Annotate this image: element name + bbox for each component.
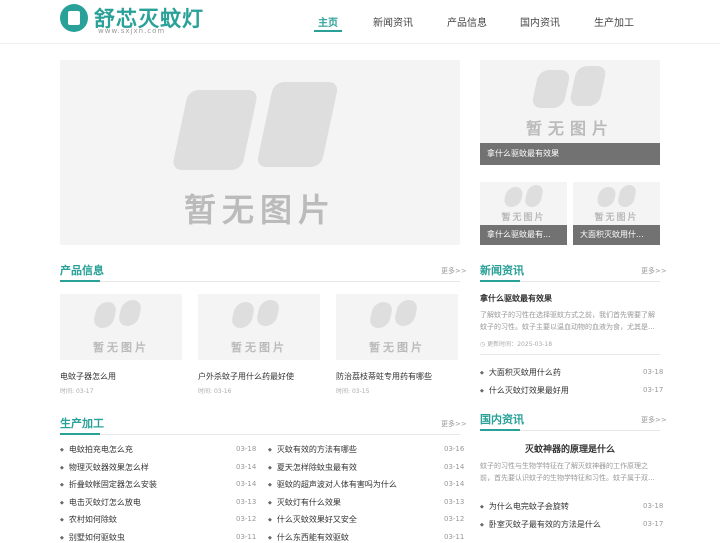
hero-side-image-3[interactable]: 暂无图片 大面积灭蚊用什...: [573, 182, 660, 245]
product-title-2[interactable]: 户外杀蚊子用什么药最好使: [198, 371, 294, 382]
domestic-list-item-1[interactable]: 为什么电完蚊子会旋转: [480, 501, 569, 512]
production-list-date: 03-12: [444, 515, 465, 524]
news-list-date-2: 03-17: [643, 386, 664, 394]
nav-news[interactable]: 新闻资讯: [373, 14, 413, 29]
hero-side-image-1[interactable]: 暂无图片 拿什么驱蚊最有效果: [480, 60, 660, 165]
nav-domestic[interactable]: 国内资讯: [520, 14, 560, 29]
product-meta-1: 时间: 03-17: [60, 388, 94, 395]
production-list-date: 03-12: [236, 515, 257, 524]
site-header: 舒芯灭蚊灯 www.sxjxn.com 主页 新闻资讯 产品信息 国内资讯 生产…: [0, 0, 720, 44]
clock-icon: ◷: [480, 341, 486, 348]
hero-side-caption-2[interactable]: 拿什么驱蚊最有...: [480, 225, 567, 245]
nav-production[interactable]: 生产加工: [594, 14, 634, 29]
brand-domain: www.sxjxn.com: [98, 27, 166, 35]
product-image-2[interactable]: 暂无图片: [198, 294, 320, 360]
production-list-date: 03-14: [444, 462, 465, 471]
product-title-3[interactable]: 防治荔枝蒂蛀专用药有哪些: [336, 371, 432, 382]
production-list-date: 03-14: [236, 462, 257, 471]
logo-icon[interactable]: [60, 4, 88, 32]
news-featured-meta: ◷ 更新时间：2025-03-18: [480, 341, 553, 348]
product-title-1[interactable]: 电蚊子器怎么用: [60, 371, 116, 382]
news-title: 新闻资讯: [480, 264, 524, 277]
nav-products[interactable]: 产品信息: [447, 14, 487, 29]
domestic-more-link[interactable]: 更多>>: [641, 415, 667, 425]
production-list-date: 03-18: [236, 445, 257, 453]
news-list-date-1: 03-18: [643, 368, 664, 376]
production-list-date: 03-16: [444, 445, 465, 453]
products-more-link[interactable]: 更多>>: [441, 266, 467, 276]
product-image-3[interactable]: 暂无图片: [336, 294, 458, 360]
production-list-item[interactable]: 什么东西能有效驱蚊: [268, 532, 349, 543]
production-list-item[interactable]: 驱蚊的超声波对人体有害吗为什么: [268, 479, 397, 490]
domestic-list-date-1: 03-18: [643, 502, 664, 510]
products-title: 产品信息: [60, 264, 104, 277]
production-list-item[interactable]: 什么灭蚊效果好又安全: [268, 514, 357, 525]
news-featured-summary: 了解蚊子的习性在选择驱蚊方式之前，我们首先需要了解蚊子的习性。蚊子主要以温血动物…: [480, 311, 655, 331]
production-list-item[interactable]: 灭蚊有效的方法有哪些: [268, 444, 357, 455]
domestic-list-item-2[interactable]: 卧室灭蚊子最有效的方法是什么: [480, 519, 601, 530]
product-meta-2: 时间: 03-16: [198, 388, 232, 395]
news-list-item-1[interactable]: 大面积灭蚊用什么药: [480, 367, 561, 378]
production-list-item[interactable]: 别墅如何驱蚊虫: [60, 532, 125, 543]
product-meta-3: 时间: 03-15: [336, 388, 370, 395]
production-list-date: 03-14: [444, 480, 465, 489]
domestic-list-date-2: 03-17: [643, 520, 664, 528]
domestic-featured-summary: 蚊子的习性与生物学特征在了解灭蚊神器的工作原理之前，首先要认识蚊子的生物学特征和…: [480, 462, 655, 482]
hero-main-image[interactable]: 暂无图片: [60, 60, 460, 245]
production-list-item[interactable]: 农村如何除蚊: [60, 514, 117, 525]
nav-home[interactable]: 主页: [318, 14, 338, 29]
production-title: 生产加工: [60, 417, 104, 430]
placeholder-image-icon: [171, 90, 259, 170]
news-list-item-2[interactable]: 什么灭蚊灯效果最好用: [480, 385, 569, 396]
domestic-title: 国内资讯: [480, 413, 524, 426]
news-featured-title[interactable]: 拿什么驱蚊最有效果: [480, 293, 552, 304]
product-image-1[interactable]: 暂无图片: [60, 294, 182, 360]
production-list-item[interactable]: 物理灭蚊器效果怎么样: [60, 462, 149, 473]
production-list-item[interactable]: 电击灭蚊灯怎么放电: [60, 497, 141, 508]
nav-active-underline: [314, 30, 342, 32]
hero-side-image-2[interactable]: 暂无图片 拿什么驱蚊最有...: [480, 182, 567, 245]
domestic-featured-title[interactable]: 灭蚊神器的原理是什么: [480, 442, 660, 455]
production-list-item[interactable]: 折叠蚊帐固定器怎么安装: [60, 479, 157, 490]
production-list-item[interactable]: 灭蚊灯有什么效果: [268, 497, 341, 508]
production-list-date: 03-13: [444, 497, 465, 506]
hero-side-caption-3[interactable]: 大面积灭蚊用什...: [573, 225, 660, 245]
production-list-date: 03-13: [236, 497, 257, 506]
production-list-date: 03-14: [236, 480, 257, 489]
production-more-link[interactable]: 更多>>: [441, 419, 467, 429]
hero-side-caption-1[interactable]: 拿什么驱蚊最有效果: [480, 143, 660, 165]
news-more-link[interactable]: 更多>>: [641, 266, 667, 276]
production-list-item[interactable]: 电蚊拍充电怎么充: [60, 444, 133, 455]
placeholder-text: 暂无图片: [183, 191, 336, 229]
production-list-item[interactable]: 夏天怎样除蚊虫最有效: [268, 462, 357, 473]
